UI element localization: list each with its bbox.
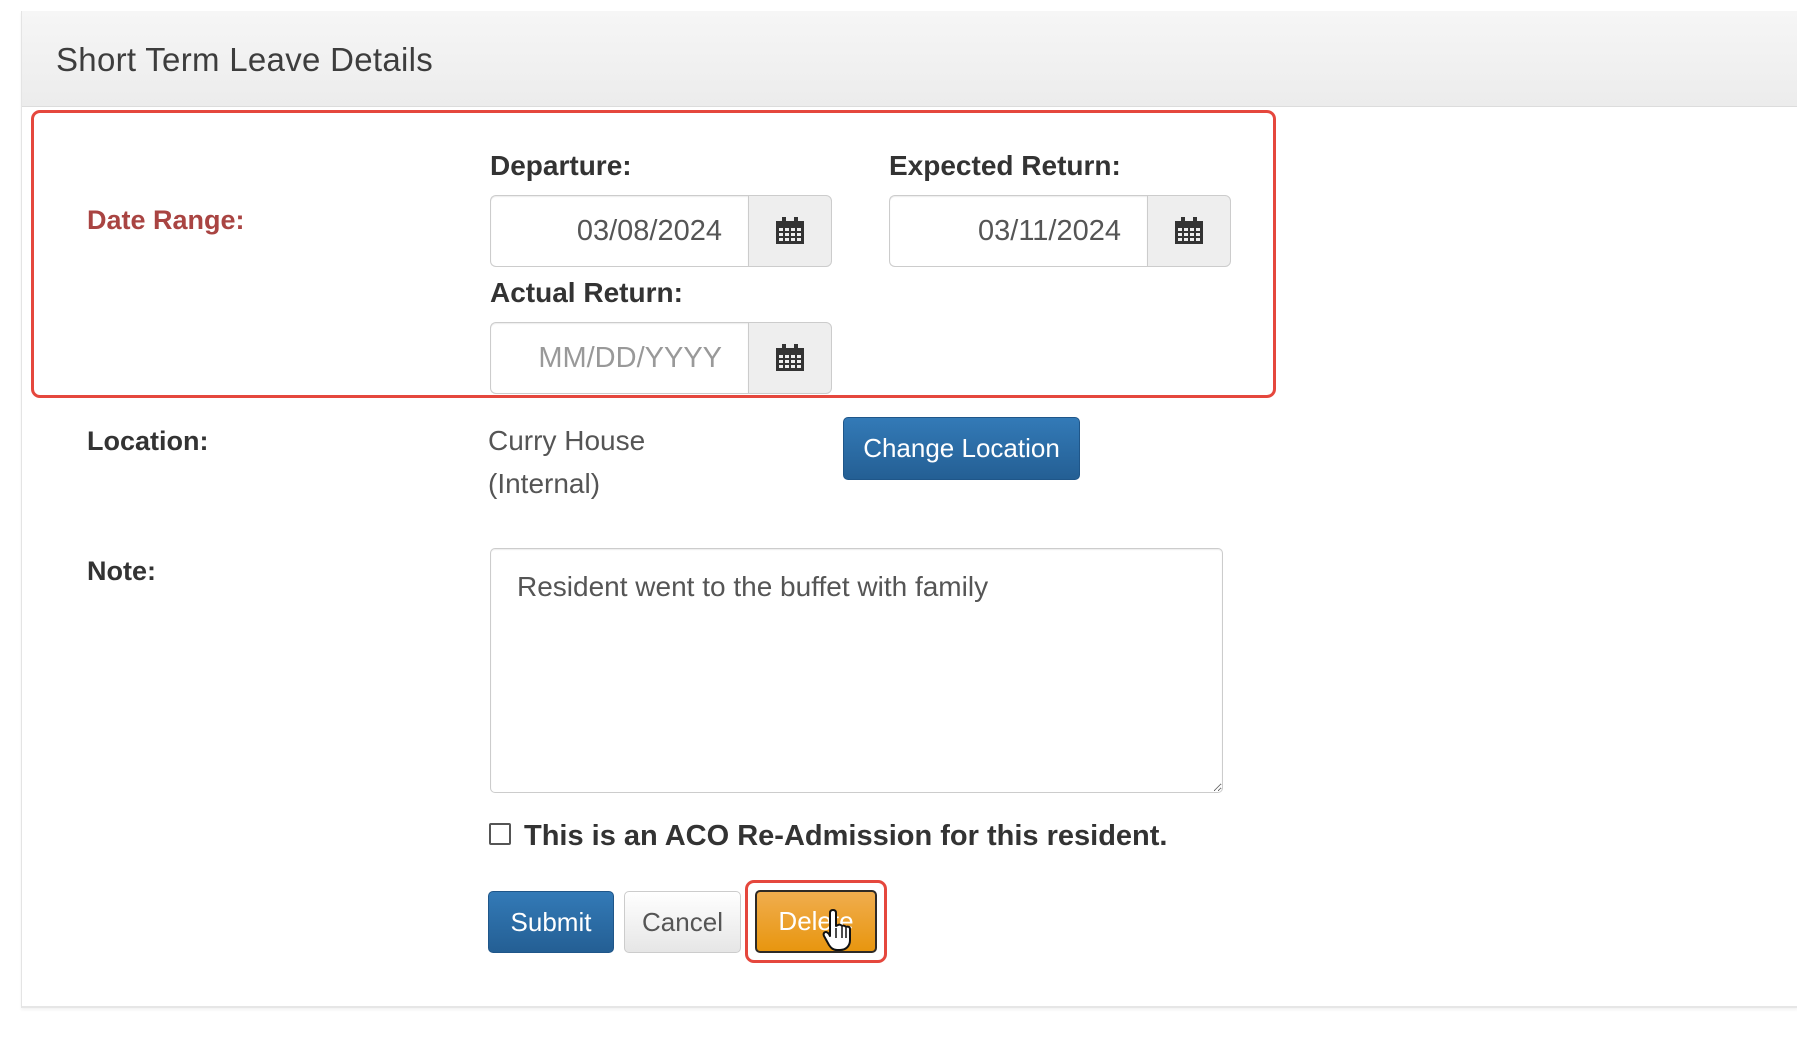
hand-cursor-icon <box>822 909 851 951</box>
actual-return-calendar-button[interactable] <box>748 322 832 394</box>
aco-readmission-checkbox[interactable] <box>489 823 511 845</box>
location-type: (Internal) <box>488 468 601 499</box>
location-name: Curry House <box>488 425 646 456</box>
panel-title: Short Term Leave Details <box>56 41 434 78</box>
delete-button[interactable]: Delete <box>755 890 877 953</box>
change-location-button[interactable]: Change Location <box>843 417 1080 480</box>
cancel-button[interactable]: Cancel <box>624 891 741 953</box>
panel-heading: Short Term Leave Details <box>22 11 1797 107</box>
calendar-icon <box>776 344 804 371</box>
calendar-icon <box>1175 217 1203 244</box>
expected-return-label: Expected Return: <box>889 150 1121 181</box>
expected-return-input-group <box>889 195 1231 267</box>
departure-date-input[interactable] <box>490 195 748 267</box>
actual-return-date-input[interactable] <box>490 322 748 394</box>
aco-readmission-label: This is an ACO Re-Admission for this res… <box>524 820 1168 852</box>
actual-return-label: Actual Return: <box>490 277 683 308</box>
actual-return-input-group <box>490 322 832 394</box>
expected-return-date-input[interactable] <box>889 195 1147 267</box>
departure-calendar-button[interactable] <box>748 195 832 267</box>
date-range-label: Date Range: <box>87 205 245 235</box>
calendar-icon <box>776 217 804 244</box>
note-textarea[interactable]: Resident went to the buffet with family <box>490 548 1223 793</box>
submit-button[interactable]: Submit <box>488 891 614 953</box>
note-label: Note: <box>87 556 156 586</box>
departure-label: Departure: <box>490 150 632 181</box>
location-label: Location: <box>87 426 209 456</box>
expected-return-calendar-button[interactable] <box>1147 195 1231 267</box>
departure-input-group <box>490 195 832 267</box>
